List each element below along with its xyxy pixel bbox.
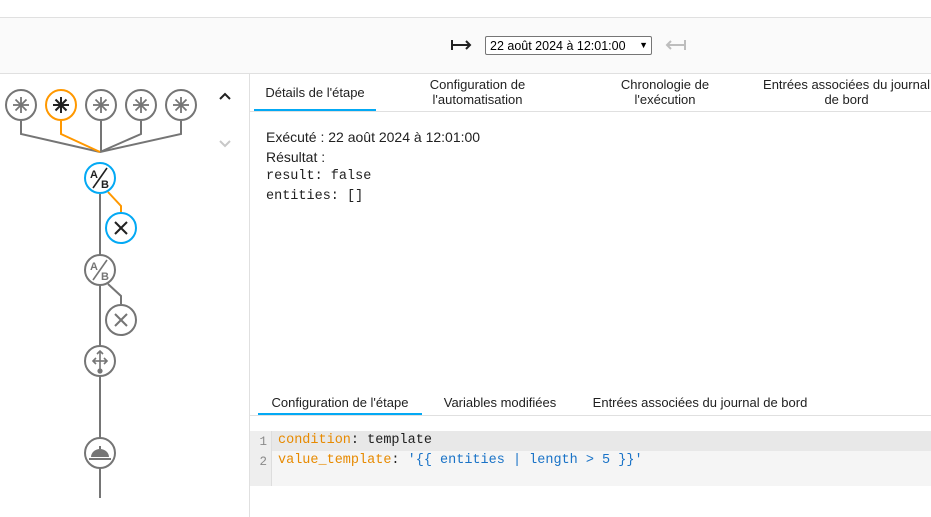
line-number: 2 (259, 455, 267, 469)
svg-text:B: B (101, 179, 109, 191)
svg-text:B: B (101, 271, 109, 283)
step-subtabs: Configuration de l'étape Variables modif… (250, 391, 931, 416)
service-node[interactable] (84, 437, 116, 469)
trace-tabs: Détails de l'étape Configuration de l'au… (250, 74, 931, 112)
step-details: Exécuté : 22 août 2024 à 12:01:00 Résult… (266, 127, 480, 207)
yaml-separator: : (350, 433, 368, 448)
yaml-code-editor[interactable]: 1 2 condition: template value_template: … (250, 431, 931, 486)
trace-graph-panel: A B A B (0, 74, 250, 517)
condition-node-selected[interactable]: A B (84, 162, 116, 194)
trigger-node[interactable] (85, 89, 117, 121)
previous-trace-button[interactable] (449, 35, 473, 55)
executed-text: Exécuté : 22 août 2024 à 12:01:00 (266, 129, 481, 145)
tab-label: Entrées associées du journal de bord (763, 77, 930, 107)
entities-value: entities: [] (266, 189, 364, 204)
yaml-value: '{{ entities | length > 5 }}' (407, 453, 643, 468)
trigger-node[interactable] (165, 89, 197, 121)
arrow-right-bar-icon (665, 40, 686, 50)
trace-graph: A B A B (5, 89, 197, 498)
next-trace-button[interactable] (664, 35, 688, 55)
stop-node[interactable] (105, 304, 137, 336)
chevron-down-icon[interactable] (213, 136, 237, 156)
tab-step-details[interactable]: Détails de l'étape (254, 74, 376, 111)
subtab-related-logbook[interactable]: Entrées associées du journal de bord (580, 391, 820, 414)
subtab-step-config[interactable]: Configuration de l'étape (258, 391, 422, 415)
trigger-node[interactable] (125, 89, 157, 121)
subtab-label: Configuration de l'étape (271, 395, 409, 410)
subtab-changed-variables[interactable]: Variables modifiées (430, 391, 570, 414)
svg-text:A: A (90, 169, 98, 181)
code-line: condition: template (278, 431, 432, 451)
condition-node[interactable]: A B (84, 254, 116, 286)
tab-run-timeline[interactable]: Chronologie de l'exécution (606, 74, 724, 110)
choose-node[interactable] (84, 345, 116, 377)
tab-related-logbook[interactable]: Entrées associées du journal de bord (762, 74, 931, 110)
yaml-key: condition (278, 433, 351, 448)
subtab-label: Entrées associées du journal de bord (592, 395, 808, 410)
stop-node[interactable] (105, 212, 137, 244)
yaml-separator: : (391, 453, 408, 468)
yaml-value: template (367, 433, 432, 448)
result-value: result: false (266, 169, 372, 184)
result-label: Résultat : (266, 149, 326, 165)
chevron-down-icon: ▼ (639, 40, 648, 50)
svg-text:A: A (90, 261, 98, 273)
trigger-node[interactable] (45, 89, 77, 121)
line-number: 1 (259, 435, 267, 449)
top-bar (0, 0, 931, 18)
subtab-label: Variables modifiées (443, 395, 557, 410)
tab-label: Configuration de l'automatisation (429, 77, 526, 107)
trigger-node[interactable] (5, 89, 37, 121)
tab-label: Détails de l'étape (265, 84, 365, 100)
arrow-left-bar-icon (451, 40, 472, 50)
tab-automation-config[interactable]: Configuration de l'automatisation (410, 74, 545, 110)
trace-run-select-value: 22 août 2024 à 12:01:00 (490, 38, 626, 53)
tab-label: Chronologie de l'exécution (620, 77, 710, 107)
trace-run-select[interactable]: 22 août 2024 à 12:01:00 ▼ (485, 36, 652, 55)
yaml-key: value_template (278, 453, 392, 468)
code-line: value_template: '{{ entities | length > … (278, 451, 643, 471)
chevron-up-icon[interactable] (213, 88, 237, 108)
